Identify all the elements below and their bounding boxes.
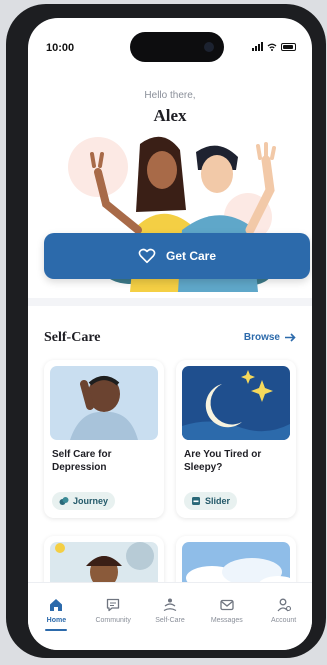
signal-icon: [252, 42, 263, 51]
card-image: [50, 366, 158, 440]
depression-illustration: [50, 366, 158, 440]
bottom-tab-bar: Home Community Self-Care Messages Accoun…: [28, 582, 312, 650]
dynamic-island: [130, 32, 224, 62]
tab-label: Self-Care: [155, 617, 185, 624]
tab-account[interactable]: Account: [255, 583, 312, 650]
tab-label: Community: [95, 617, 131, 624]
account-icon: [277, 598, 291, 612]
selfcare-icon: [163, 598, 177, 612]
card-image: [182, 366, 290, 440]
tag-label: Slider: [205, 496, 231, 506]
mail-icon: [220, 599, 234, 611]
self-care-heading: Self-Care: [44, 330, 101, 345]
status-icons: [252, 42, 296, 51]
slider-icon: [192, 497, 200, 505]
phone-frame: 10:00 Hello there, Alex Get Care Self-Ca…: [6, 4, 326, 658]
tag-label: Journey: [73, 496, 109, 506]
moon-stars-illustration: [182, 366, 290, 440]
tab-label: Messages: [210, 617, 243, 624]
hero-section: Hello there, Alex: [28, 62, 312, 292]
tab-community[interactable]: Community: [85, 583, 142, 650]
journey-icon: [59, 497, 69, 505]
heart-icon: [138, 248, 156, 264]
self-care-card[interactable]: Are You Tired or Sleepy? Slider: [176, 360, 296, 518]
self-care-card[interactable]: Self Care for Depression Journey: [44, 360, 164, 518]
tab-self-care[interactable]: Self-Care: [142, 583, 199, 650]
active-tab-indicator: [45, 629, 68, 631]
tab-label: Account: [270, 617, 297, 624]
chat-icon: [107, 598, 120, 612]
get-care-button[interactable]: Get Care: [44, 233, 310, 279]
tab-label: Home: [46, 617, 67, 624]
section-divider: [28, 298, 312, 306]
tab-messages[interactable]: Messages: [198, 583, 255, 650]
browse-link[interactable]: Browse: [244, 332, 296, 343]
browse-label: Browse: [243, 332, 280, 343]
card-tag: Journey: [52, 492, 116, 510]
arrow-right-icon: [285, 333, 296, 342]
battery-icon: [281, 42, 296, 51]
home-icon: [50, 599, 63, 611]
card-title: Are You Tired or Sleepy?: [184, 449, 262, 473]
status-bar: 10:00: [28, 18, 312, 62]
greeting-text: Hello there,: [144, 90, 196, 101]
app-screen: 10:00 Hello there, Alex Get Care Self-Ca…: [28, 18, 312, 650]
get-care-label: Get Care: [165, 249, 217, 263]
tab-home[interactable]: Home: [28, 583, 85, 650]
status-time: 10:00: [46, 42, 75, 54]
card-tag: Slider: [184, 492, 238, 510]
wifi-icon: [267, 43, 277, 51]
card-title: Self Care for Depression: [52, 449, 112, 473]
